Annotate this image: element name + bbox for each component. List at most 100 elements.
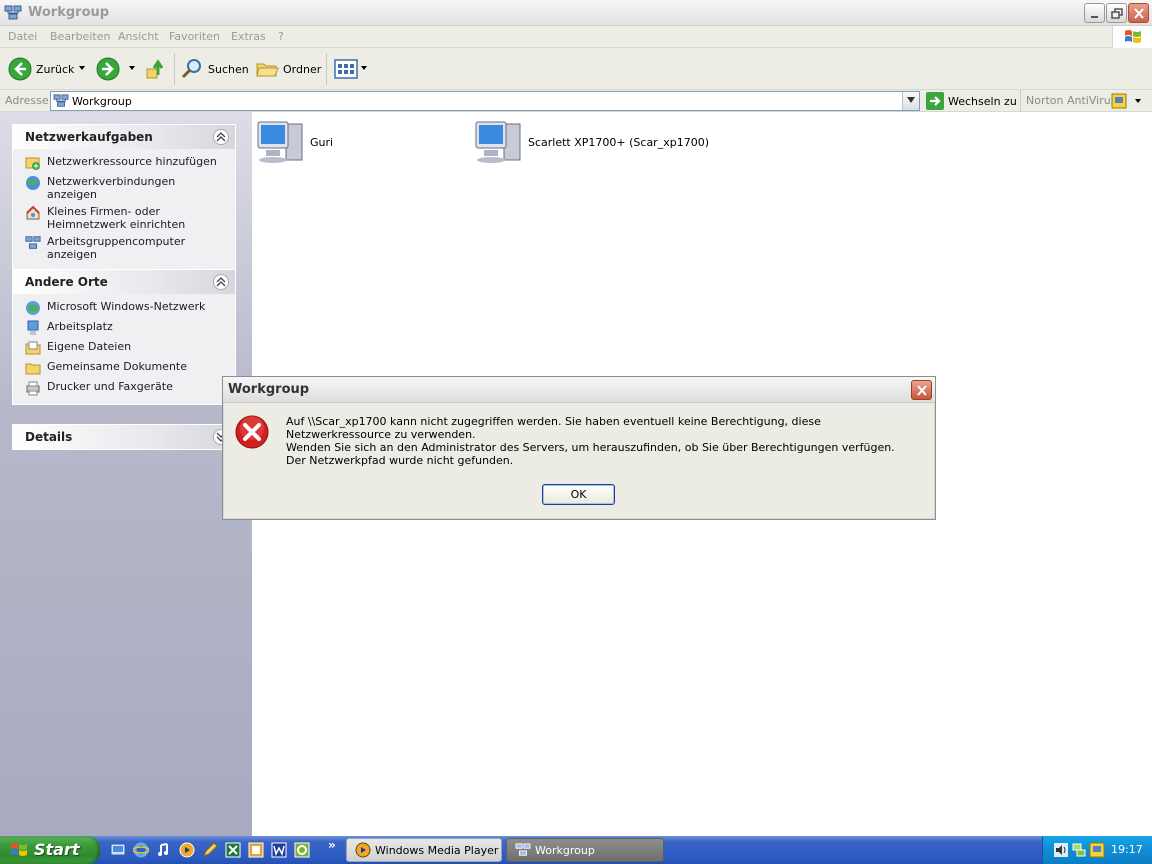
excel-icon[interactable] [225,842,241,858]
powerpoint-icon[interactable] [248,842,264,858]
views-dropdown-icon[interactable] [361,66,367,70]
my-computer-icon [27,320,39,335]
norton-tray-icon[interactable] [1089,842,1105,858]
views-button[interactable] [334,56,358,82]
task-add-network-place[interactable]: Netzwerkressource hinzufügen [25,155,235,171]
workgroup-computers-icon [25,236,41,249]
internet-explorer-icon[interactable] [133,842,149,858]
place-label: Eigene Dateien [47,340,132,353]
menu-help[interactable]: ? [278,30,284,43]
forward-dropdown-icon[interactable] [129,66,135,70]
dialog-close-button[interactable] [911,380,932,400]
place-label: Microsoft Windows-Netzwerk [47,300,206,313]
menu-extras[interactable]: Extras [231,30,266,43]
window-title-bar: Workgroup [0,0,1152,26]
address-value: Workgroup [72,95,132,108]
taskbar-button-media-player[interactable]: Windows Media Player [346,838,502,862]
word-icon[interactable] [271,842,287,858]
computer-item[interactable]: Guri [256,118,333,166]
place-windows-network[interactable]: Microsoft Windows-Netzwerk [25,300,235,316]
norton-icon [1111,93,1127,109]
folder-up-icon [146,59,164,79]
address-bar: Adresse Workgroup Wechseln zu Norton Ant… [0,90,1152,112]
shared-documents-icon [25,363,41,375]
minimize-button[interactable] [1084,3,1105,23]
restore-button[interactable] [1106,3,1127,23]
forward-button[interactable] [96,56,120,82]
folders-button[interactable]: Ordner [255,56,321,82]
media-player-icon [355,842,371,858]
place-my-computer[interactable]: Arbeitsplatz [25,320,235,336]
message-line-1: Auf \\Scar_xp1700 kann nicht zugegriffen… [286,415,821,441]
volume-icon[interactable] [1053,842,1069,858]
toolbar-separator [326,53,327,85]
place-my-documents[interactable]: Eigene Dateien [25,340,235,356]
folders-icon [256,63,279,77]
show-desktop-icon[interactable] [110,842,126,858]
search-button[interactable]: Suchen [180,56,249,82]
panel-header[interactable]: Details [13,425,235,449]
computer-label: Guri [310,135,334,149]
workgroup-icon [515,843,531,856]
norton-label: Norton AntiVirus [1026,94,1117,107]
menu-bar: Datei Bearbeiten Ansicht Favoriten Extra… [0,26,1152,48]
address-label: Adresse [5,94,49,107]
dialog-title: Workgroup [228,382,310,397]
menu-favoriten[interactable]: Favoriten [169,30,220,43]
refresh-tool-icon[interactable] [294,842,310,858]
task-home-network[interactable]: Kleines Firmen- oder Heimnetzwerk einric… [25,205,235,231]
network-tray-icon[interactable] [1071,842,1087,858]
back-dropdown-icon[interactable] [79,66,85,70]
panel-details: Details [12,424,236,450]
computer-icon [257,121,303,163]
forward-arrow-icon [96,57,120,81]
task-pane: Netzwerkaufgaben Netzwerkressource hinzu… [0,112,252,836]
ok-button[interactable]: OK [542,484,615,505]
quicklaunch-more-button[interactable]: » [328,838,336,852]
windows-logo-icon [11,843,27,856]
message-line-2: Wenden Sie sich an den Administrator des… [286,441,895,454]
place-shared-documents[interactable]: Gemeinsame Dokumente [25,360,235,376]
media-player-icon[interactable] [179,842,195,858]
windows-logo-icon [1112,26,1152,48]
menu-ansicht[interactable]: Ansicht [118,30,159,43]
collapse-icon[interactable] [213,129,229,145]
taskbar-button-label: Windows Media Player [375,843,499,857]
back-label: Zurück [36,62,75,76]
printers-icon [26,381,40,396]
views-icon [334,59,358,79]
task-label: Netzwerkressource hinzufügen [47,155,217,168]
panel-header[interactable]: Netzwerkaufgaben [13,125,235,149]
address-dropdown-icon[interactable] [902,92,919,110]
add-network-place-icon [25,157,40,170]
taskbar: Start » Windows Media Player Workgroup 1… [0,836,1152,864]
panel-header[interactable]: Andere Orte [13,270,235,294]
place-printers[interactable]: Drucker und Faxgeräte [25,380,235,396]
close-button[interactable] [1128,3,1149,23]
norton-dropdown-icon[interactable] [1135,99,1141,103]
start-button[interactable]: Start [0,836,100,864]
back-arrow-icon [8,57,32,81]
task-workgroup-computers[interactable]: Arbeitsgruppencomputer anzeigen [25,235,235,261]
norton-toolbar[interactable]: Norton AntiVirus [1020,90,1152,112]
dialog-title-bar: Workgroup [223,377,935,403]
clock: 19:17 [1111,843,1143,856]
address-input[interactable]: Workgroup [50,91,920,111]
music-icon[interactable] [156,842,172,858]
collapse-icon[interactable] [213,274,229,290]
back-button[interactable]: Zurück [8,56,74,82]
menu-datei[interactable]: Datei [8,30,37,43]
taskbar-button-workgroup[interactable]: Workgroup [506,838,664,862]
home-network-icon [26,205,40,220]
go-button[interactable]: Wechseln zu [926,91,1017,111]
my-documents-icon [25,341,41,355]
standard-toolbar: Zurück Suchen Ordner [0,48,1152,90]
windows-network-icon [26,301,40,315]
pen-tool-icon[interactable] [202,842,218,858]
computer-item[interactable]: Scarlett XP1700+ (Scar_xp1700) [474,118,709,166]
menu-bearbeiten[interactable]: Bearbeiten [50,30,110,43]
task-network-connections[interactable]: Netzwerkverbindungen anzeigen [25,175,235,201]
folders-label: Ordner [283,62,322,76]
up-button[interactable] [144,56,168,82]
panel-title: Details [25,430,73,444]
